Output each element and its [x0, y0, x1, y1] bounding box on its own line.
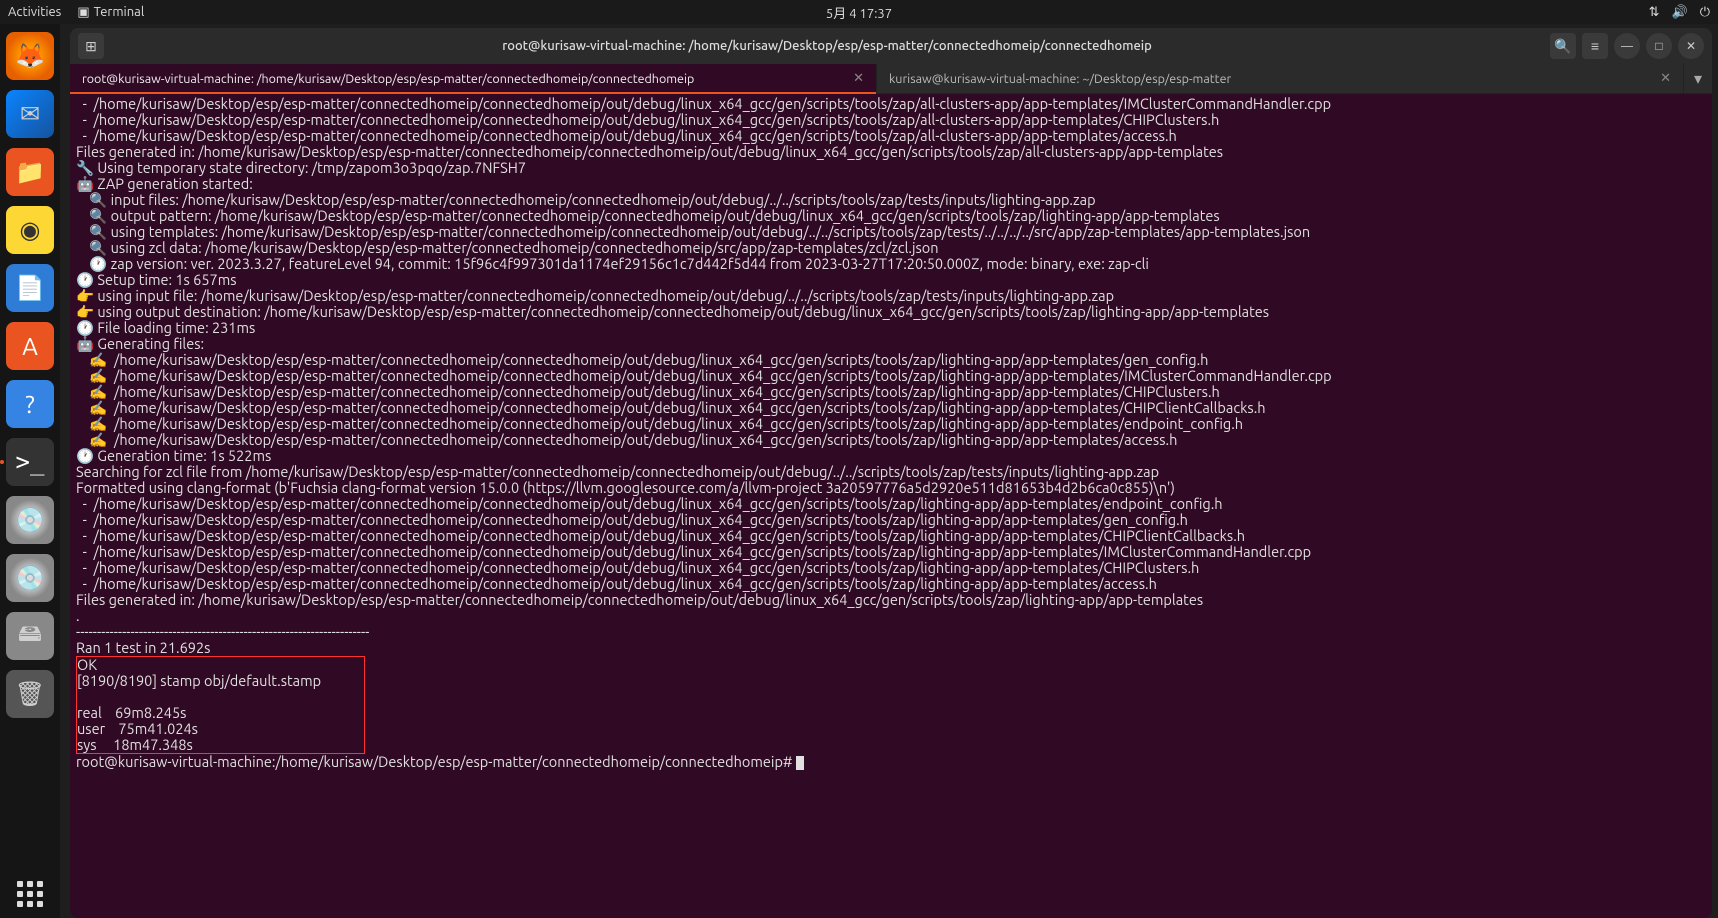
- terminal-line: sys 18m47.348s: [77, 737, 364, 753]
- tab-1[interactable]: root@kurisaw-virtual-machine: /home/kuri…: [70, 64, 877, 93]
- chevron-down-icon: ▾: [1694, 69, 1702, 88]
- dock-terminal[interactable]: >_: [6, 438, 54, 486]
- terminal-line: Files generated in: /home/kurisaw/Deskto…: [76, 592, 1706, 608]
- terminal-line: 👉 using input file: /home/kurisaw/Deskto…: [76, 288, 1706, 304]
- ubuntu-dock: 🦊 ✉ 📁 ◉ 📄 A ? >_ 💿 💿 🖴 🗑: [0, 24, 60, 918]
- clock[interactable]: 5月 4 17:37: [826, 3, 892, 22]
- terminal-line: ✍ /home/kurisaw/Desktop/esp/esp-matter/c…: [76, 432, 1706, 448]
- terminal-line: Files generated in: /home/kurisaw/Deskto…: [76, 144, 1706, 160]
- dock-firefox[interactable]: 🦊: [6, 32, 54, 80]
- terminal-line: Formatted using clang-format (b'Fuchsia …: [76, 480, 1706, 496]
- terminal-line: 🔍 output pattern: /home/kurisaw/Desktop/…: [76, 208, 1706, 224]
- terminal-line: - /home/kurisaw/Desktop/esp/esp-matter/c…: [76, 528, 1706, 544]
- minimize-button[interactable]: —: [1614, 33, 1640, 59]
- terminal-line: [8190/8190] stamp obj/default.stamp: [77, 673, 364, 689]
- titlebar: ⊞ root@kurisaw-virtual-machine: /home/ku…: [70, 28, 1712, 64]
- terminal-line: .: [76, 608, 1706, 624]
- volume-icon[interactable]: 🔊: [1672, 5, 1688, 20]
- terminal-line: 🕐 Setup time: 1s 657ms: [76, 272, 1706, 288]
- prompt-text: root@kurisaw-virtual-machine:/home/kuris…: [76, 753, 796, 770]
- dock-removable[interactable]: 🖴: [6, 612, 54, 660]
- dock-files[interactable]: 📁: [6, 148, 54, 196]
- maximize-button[interactable]: □: [1646, 33, 1672, 59]
- hamburger-icon: ≡: [1591, 38, 1599, 54]
- terminal-line: - /home/kurisaw/Desktop/esp/esp-matter/c…: [76, 496, 1706, 512]
- tab-2[interactable]: kurisaw@kurisaw-virtual-machine: ~/Deskt…: [877, 64, 1684, 93]
- tab-dropdown[interactable]: ▾: [1684, 64, 1712, 93]
- app-name: Terminal: [94, 5, 145, 19]
- dock-trash[interactable]: 🗑: [6, 670, 54, 718]
- terminal-line: 🤖 ZAP generation started:: [76, 176, 1706, 192]
- terminal-line: - /home/kurisaw/Desktop/esp/esp-matter/c…: [76, 544, 1706, 560]
- cursor: [796, 756, 804, 770]
- new-tab-button[interactable]: ⊞: [78, 33, 104, 59]
- terminal-window: ⊞ root@kurisaw-virtual-machine: /home/ku…: [70, 28, 1712, 918]
- terminal-line: ✍ /home/kurisaw/Desktop/esp/esp-matter/c…: [76, 400, 1706, 416]
- terminal-line: 🕐 File loading time: 231ms: [76, 320, 1706, 336]
- tab-2-label: kurisaw@kurisaw-virtual-machine: ~/Deskt…: [889, 72, 1652, 86]
- terminal-line: - /home/kurisaw/Desktop/esp/esp-matter/c…: [76, 112, 1706, 128]
- terminal-line: user 75m41.024s: [77, 721, 364, 737]
- dock-writer[interactable]: 📄: [6, 264, 54, 312]
- terminal-line: Searching for zcl file from /home/kurisa…: [76, 464, 1706, 480]
- terminal-line: ✍ /home/kurisaw/Desktop/esp/esp-matter/c…: [76, 384, 1706, 400]
- terminal-line: 👉 using output destination: /home/kurisa…: [76, 304, 1706, 320]
- terminal-line: 🕐 Generation time: 1s 522ms: [76, 448, 1706, 464]
- terminal-line: 🔍 input files: /home/kurisaw/Desktop/esp…: [76, 192, 1706, 208]
- terminal-line: - /home/kurisaw/Desktop/esp/esp-matter/c…: [76, 560, 1706, 576]
- terminal-line: 🤖 Generating files:: [76, 336, 1706, 352]
- search-icon: 🔍: [1554, 38, 1571, 55]
- terminal-line: - /home/kurisaw/Desktop/esp/esp-matter/c…: [76, 128, 1706, 144]
- terminal-line: ✍ /home/kurisaw/Desktop/esp/esp-matter/c…: [76, 368, 1706, 384]
- network-icon[interactable]: ⇅: [1649, 5, 1660, 20]
- dock-thunderbird[interactable]: ✉: [6, 90, 54, 138]
- terminal-line: 🕐 zap version: ver. 2023.3.27, featureLe…: [76, 256, 1706, 272]
- terminal-line: 🔍 using templates: /home/kurisaw/Desktop…: [76, 224, 1706, 240]
- dock-disc-2[interactable]: 💿: [6, 554, 54, 602]
- tab-1-label: root@kurisaw-virtual-machine: /home/kuri…: [82, 72, 845, 86]
- terminal-line: [77, 689, 364, 705]
- terminal-app-icon: ▣: [77, 5, 89, 20]
- terminal-viewport[interactable]: - /home/kurisaw/Desktop/esp/esp-matter/c…: [70, 94, 1712, 918]
- tab-bar: root@kurisaw-virtual-machine: /home/kuri…: [70, 64, 1712, 94]
- terminal-line: Ran 1 test in 21.692s: [76, 640, 1706, 656]
- terminal-line: OK: [77, 657, 364, 673]
- apps-grid-icon: [17, 881, 43, 907]
- activities-button[interactable]: Activities: [8, 5, 61, 19]
- tab-1-close-icon[interactable]: ✕: [853, 71, 864, 86]
- gnome-top-bar: Activities ▣ Terminal 5月 4 17:37 ⇅ 🔊 ⏻: [0, 0, 1718, 24]
- terminal-line: - /home/kurisaw/Desktop/esp/esp-matter/c…: [76, 512, 1706, 528]
- window-title: root@kurisaw-virtual-machine: /home/kuri…: [112, 39, 1542, 53]
- terminal-line: real 69m8.245s: [77, 705, 364, 721]
- prompt-line[interactable]: root@kurisaw-virtual-machine:/home/kuris…: [76, 754, 1706, 770]
- menu-button[interactable]: ≡: [1582, 33, 1608, 59]
- terminal-line: ----------------------------------------…: [76, 624, 1706, 640]
- dock-software[interactable]: A: [6, 322, 54, 370]
- tab-2-close-icon[interactable]: ✕: [1660, 71, 1671, 86]
- app-indicator[interactable]: ▣ Terminal: [77, 5, 144, 20]
- dock-rhythmbox[interactable]: ◉: [6, 206, 54, 254]
- show-applications[interactable]: [6, 870, 54, 918]
- highlight-box: OK [8190/8190] stamp obj/default.stamp r…: [76, 656, 365, 754]
- terminal-line: ✍ /home/kurisaw/Desktop/esp/esp-matter/c…: [76, 416, 1706, 432]
- terminal-line: - /home/kurisaw/Desktop/esp/esp-matter/c…: [76, 576, 1706, 592]
- search-button[interactable]: 🔍: [1550, 33, 1576, 59]
- terminal-line: 🔍 using zcl data: /home/kurisaw/Desktop/…: [76, 240, 1706, 256]
- terminal-line: ✍ /home/kurisaw/Desktop/esp/esp-matter/c…: [76, 352, 1706, 368]
- terminal-line: - /home/kurisaw/Desktop/esp/esp-matter/c…: [76, 96, 1706, 112]
- close-button[interactable]: ✕: [1678, 33, 1704, 59]
- power-icon[interactable]: ⏻: [1700, 5, 1710, 20]
- terminal-line: 🔧 Using temporary state directory: /tmp/…: [76, 160, 1706, 176]
- dock-disc-1[interactable]: 💿: [6, 496, 54, 544]
- dock-help[interactable]: ?: [6, 380, 54, 428]
